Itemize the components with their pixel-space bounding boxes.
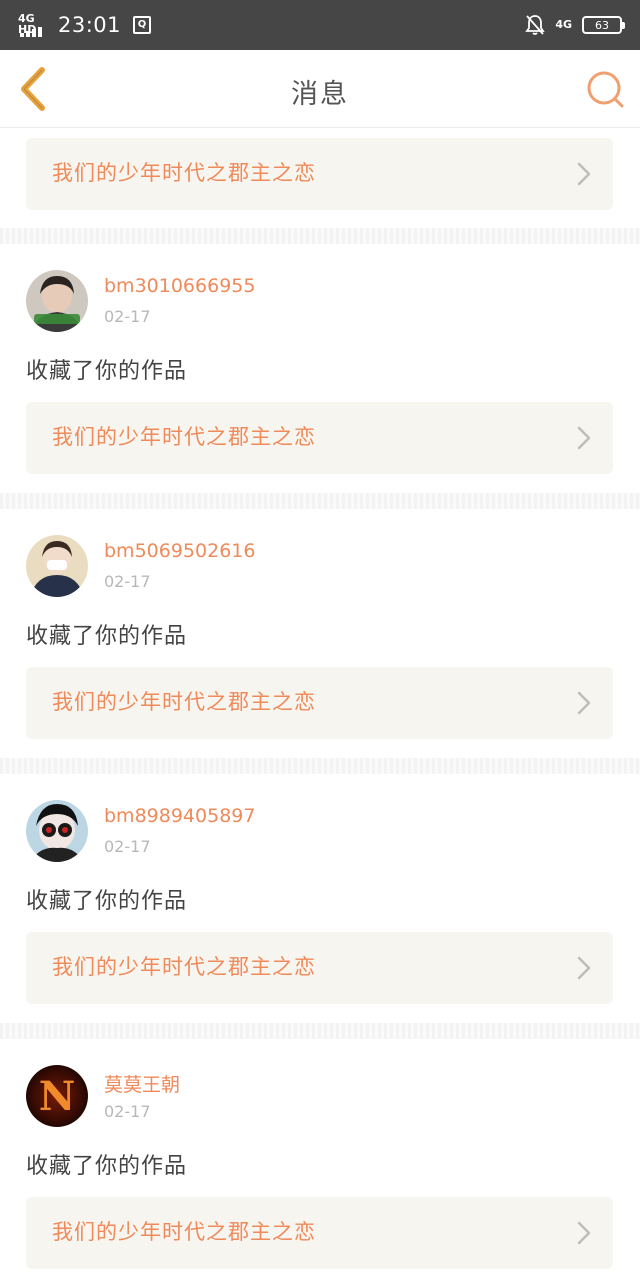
status-right: 4G 63	[525, 14, 625, 36]
notification-box-icon: Q	[133, 16, 152, 34]
status-bar: 4G HD 23:01 Q 4G 63	[0, 0, 640, 50]
username[interactable]: 莫莫王朝	[104, 1070, 180, 1097]
date: 02-17	[104, 307, 151, 326]
chevron-right-icon	[577, 1221, 591, 1245]
chevron-right-icon	[577, 956, 591, 980]
date: 02-17	[104, 1102, 151, 1121]
avatar-image	[26, 535, 88, 597]
status-time: 23:01	[58, 13, 122, 37]
work-card[interactable]: 我们的少年时代之郡主之恋	[26, 932, 613, 1004]
username[interactable]: bm8989405897	[104, 805, 255, 827]
bell-off-icon	[525, 15, 545, 35]
signal-icon: 4G HD	[18, 12, 48, 38]
action-text: 收藏了你的作品	[26, 1154, 188, 1179]
divider	[0, 228, 640, 244]
work-card[interactable]: 我们的少年时代之郡主之恋	[26, 1197, 613, 1269]
avatar[interactable]	[26, 800, 88, 862]
avatar-image	[26, 800, 88, 862]
avatar[interactable]	[26, 270, 88, 332]
page-title: 消息	[291, 79, 349, 110]
username[interactable]: bm5069502616	[104, 540, 255, 562]
work-title: 我们的少年时代之郡主之恋	[52, 1220, 316, 1244]
work-title: 我们的少年时代之郡主之恋	[52, 425, 316, 449]
work-card[interactable]: 我们的少年时代之郡主之恋	[26, 138, 613, 210]
date: 02-17	[104, 572, 151, 591]
divider	[0, 758, 640, 774]
header: 消息	[0, 50, 640, 128]
work-title: 我们的少年时代之郡主之恋	[52, 161, 316, 185]
battery-icon: 63	[582, 16, 625, 34]
search-button[interactable]	[584, 68, 626, 110]
status-left: 4G HD 23:01 Q	[18, 12, 152, 38]
search-icon	[587, 71, 624, 108]
chevron-right-icon	[577, 691, 591, 715]
avatar-image: N	[26, 1065, 88, 1127]
divider	[0, 493, 640, 509]
work-title: 我们的少年时代之郡主之恋	[52, 690, 316, 714]
action-text: 收藏了你的作品	[26, 889, 188, 914]
avatar[interactable]	[26, 535, 88, 597]
avatar[interactable]: N	[26, 1065, 88, 1127]
work-card[interactable]: 我们的少年时代之郡主之恋	[26, 667, 613, 739]
action-text: 收藏了你的作品	[26, 624, 188, 649]
avatar-image	[26, 270, 88, 332]
battery-level: 63	[595, 18, 609, 32]
divider	[0, 1023, 640, 1039]
chevron-right-icon	[577, 162, 591, 186]
date: 02-17	[104, 837, 151, 856]
work-card[interactable]: 我们的少年时代之郡主之恋	[26, 402, 613, 474]
avatar-letter: N	[39, 1073, 76, 1120]
network-4g-label: 4G	[555, 18, 572, 31]
work-title: 我们的少年时代之郡主之恋	[52, 955, 316, 979]
username[interactable]: bm3010666955	[104, 275, 255, 297]
app-root: 4G HD 23:01 Q 4G 63 消息 我们的少年时代之郡主之恋 bm30…	[0, 0, 640, 1276]
chevron-right-icon	[577, 426, 591, 450]
action-text: 收藏了你的作品	[26, 359, 188, 384]
signal-bars	[20, 27, 42, 37]
